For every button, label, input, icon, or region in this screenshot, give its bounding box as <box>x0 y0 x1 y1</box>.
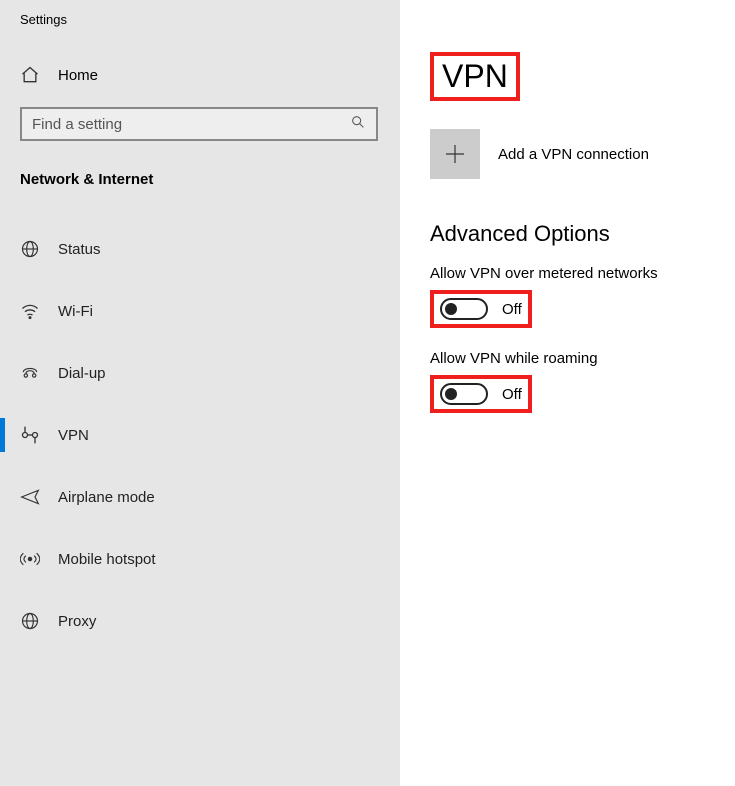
toggle-thumb <box>445 303 457 315</box>
search-wrap <box>0 95 400 163</box>
sidebar-item-label: Airplane mode <box>58 489 155 506</box>
search-icon <box>350 114 366 135</box>
sidebar-item-status[interactable]: Status <box>0 224 400 274</box>
title-highlight-box: VPN <box>430 52 520 101</box>
hotspot-icon <box>20 549 40 569</box>
dialup-icon <box>20 363 40 383</box>
option-metered: Allow VPN over metered networks Off <box>430 265 705 328</box>
sidebar-item-label: Proxy <box>58 613 96 630</box>
toggle-status: Off <box>502 301 522 318</box>
sidebar-item-dialup[interactable]: Dial-up <box>0 348 400 398</box>
home-label: Home <box>58 67 98 84</box>
globe-icon <box>20 611 40 631</box>
toggle-highlight-box: Off <box>430 290 532 328</box>
search-box[interactable] <box>20 107 378 141</box>
sidebar-item-airplane[interactable]: Airplane mode <box>0 472 400 522</box>
sidebar-item-label: Status <box>58 241 101 258</box>
sidebar-item-wifi[interactable]: Wi-Fi <box>0 286 400 336</box>
sidebar-section-title: Network & Internet <box>0 163 400 208</box>
sidebar-item-label: VPN <box>58 427 89 444</box>
plus-tile <box>430 129 480 179</box>
sidebar-nav: Status Wi-Fi D <box>0 208 400 646</box>
globe-icon <box>20 239 40 259</box>
home-button[interactable]: Home <box>0 55 400 95</box>
sidebar-item-label: Mobile hotspot <box>58 551 156 568</box>
main-content: VPN Add a VPN connection Advanced Option… <box>400 0 735 786</box>
wifi-icon <box>20 301 40 321</box>
add-vpn-label: Add a VPN connection <box>498 146 649 163</box>
option-label: Allow VPN while roaming <box>430 350 705 367</box>
toggle-status: Off <box>502 386 522 403</box>
sidebar-item-vpn[interactable]: VPN <box>0 410 400 460</box>
sidebar-item-label: Wi-Fi <box>58 303 93 320</box>
search-input[interactable] <box>32 116 350 133</box>
sidebar-item-label: Dial-up <box>58 365 106 382</box>
window-title: Settings <box>0 12 400 55</box>
airplane-icon <box>20 487 40 507</box>
sidebar-item-proxy[interactable]: Proxy <box>0 596 400 646</box>
plus-icon <box>443 142 467 166</box>
toggle-thumb <box>445 388 457 400</box>
home-icon <box>20 65 40 85</box>
toggle-highlight-box: Off <box>430 375 532 413</box>
add-vpn-button[interactable]: Add a VPN connection <box>430 129 705 179</box>
page-title: VPN <box>442 58 508 95</box>
vpn-icon <box>20 425 40 445</box>
sidebar-item-hotspot[interactable]: Mobile hotspot <box>0 534 400 584</box>
option-label: Allow VPN over metered networks <box>430 265 705 282</box>
settings-sidebar: Settings Home Network & Internet <box>0 0 400 786</box>
toggle-metered[interactable] <box>440 298 488 320</box>
advanced-options-heading: Advanced Options <box>430 221 705 247</box>
toggle-roaming[interactable] <box>440 383 488 405</box>
option-roaming: Allow VPN while roaming Off <box>430 350 705 413</box>
